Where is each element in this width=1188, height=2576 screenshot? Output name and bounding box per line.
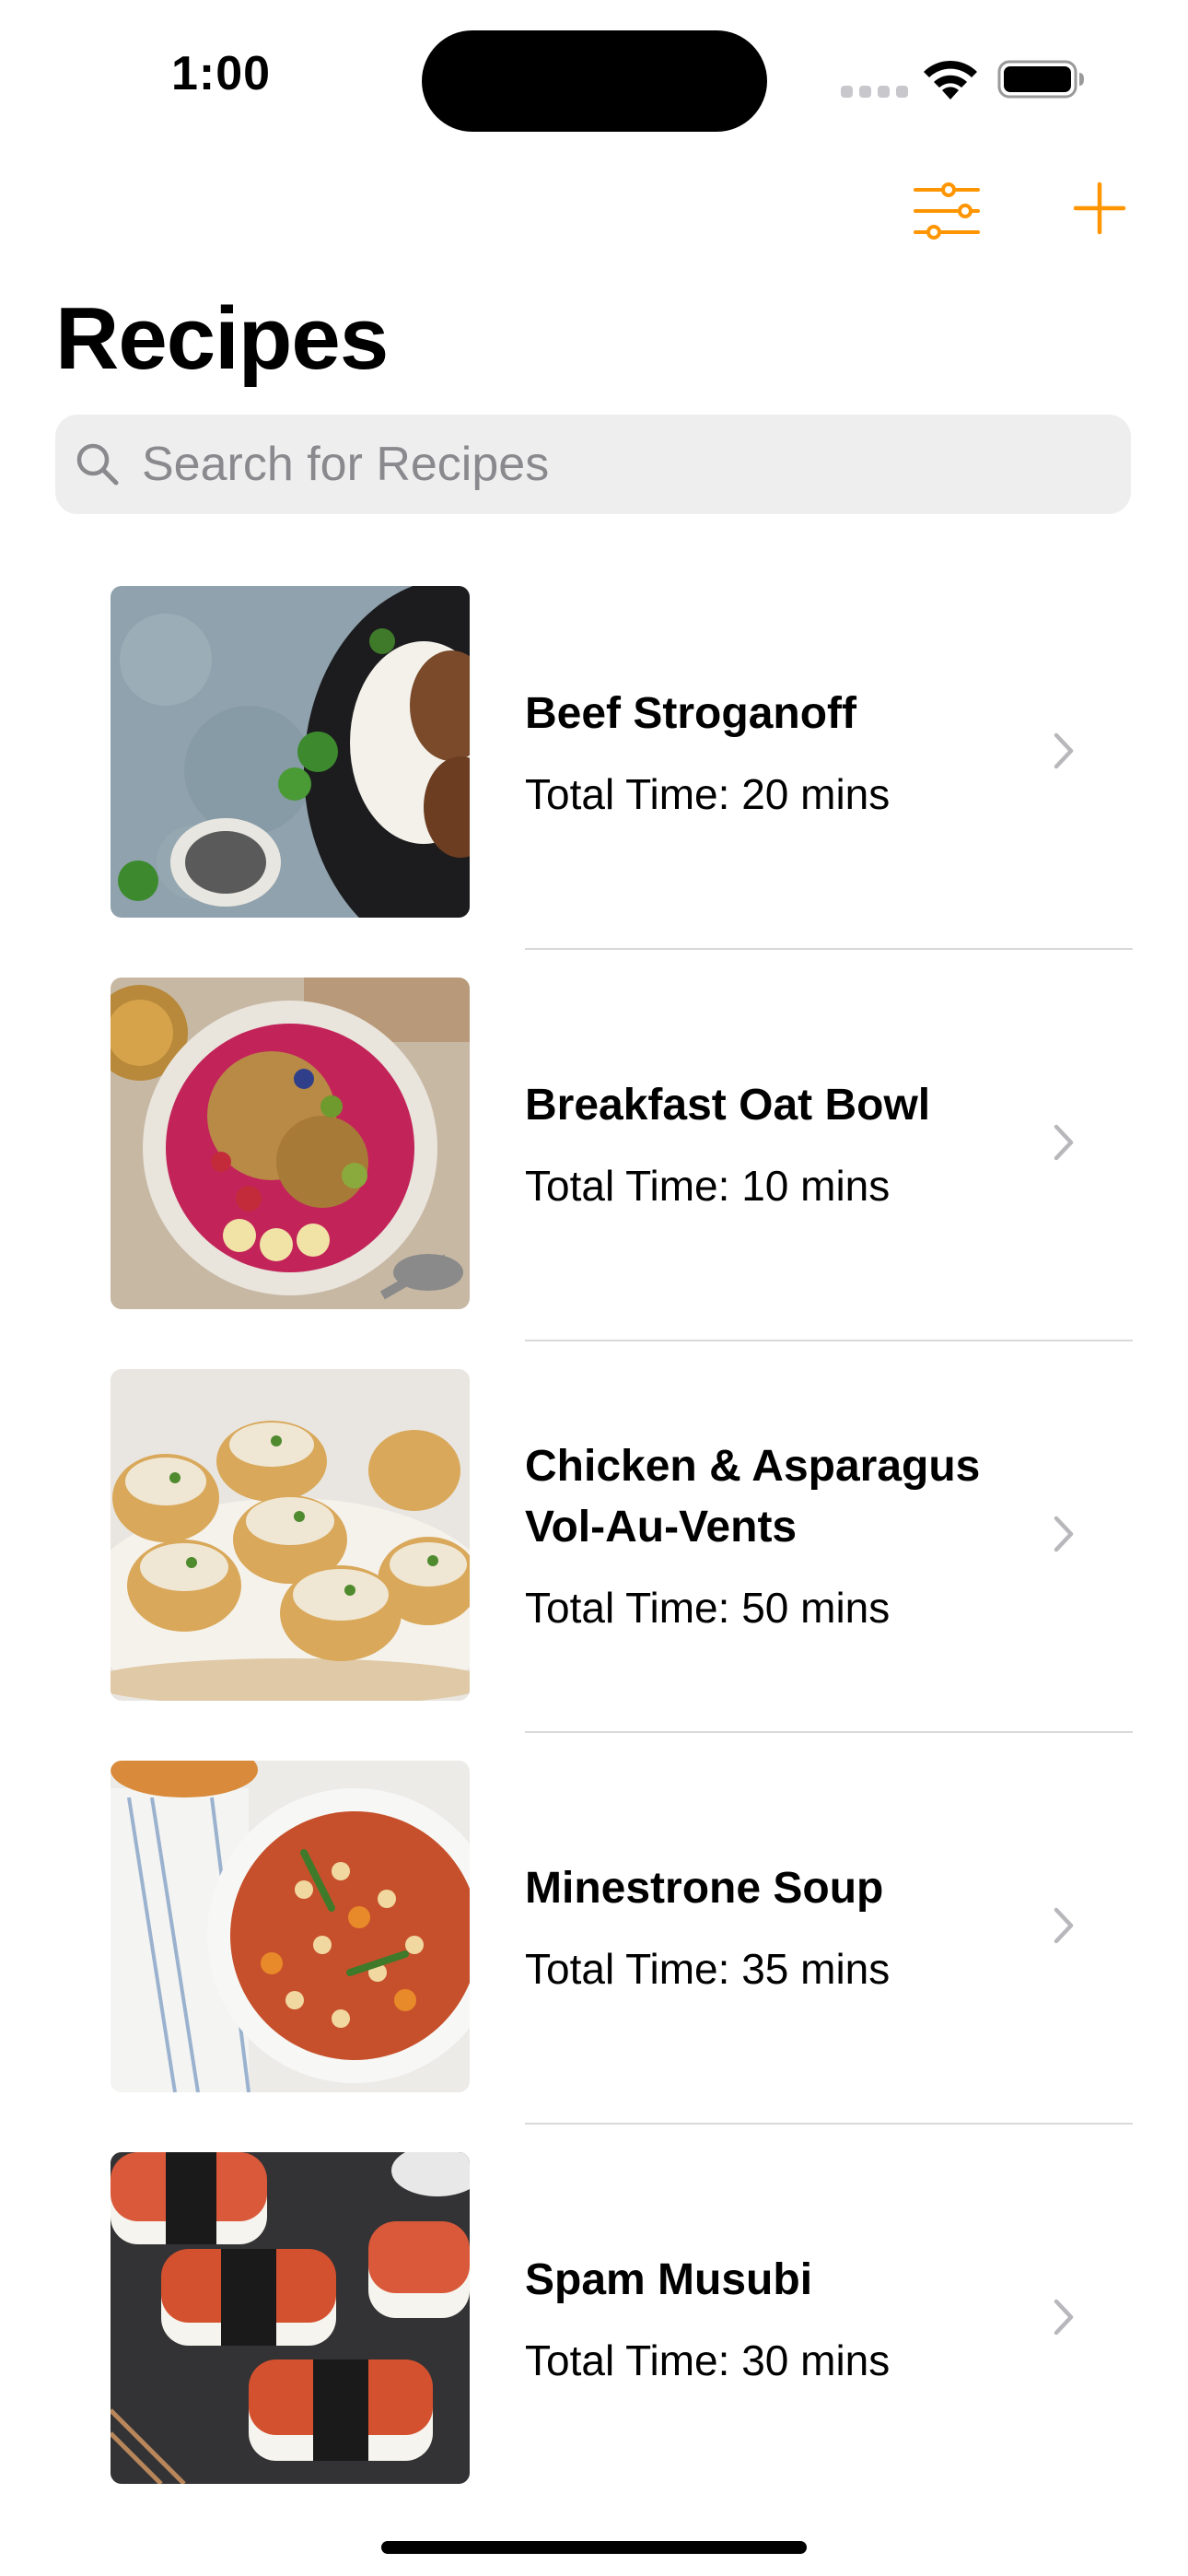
row-divider (525, 948, 1133, 950)
row-divider (525, 1731, 1133, 1733)
recipe-name: Chicken & Asparagus Vol-Au-Vents (525, 1442, 981, 1551)
recipe-row-breakfast-oat-bowl[interactable]: Breakfast Oat Bowl Total Time: 10 mins (0, 978, 1188, 1369)
search-icon (76, 443, 119, 486)
recipe-text: Spam Musubi Total Time: 30 mins (525, 2152, 1022, 2484)
recipe-text: Minestrone Soup Total Time: 35 mins (525, 1761, 1022, 2092)
wifi-icon (924, 60, 977, 100)
recipe-row-minestrone-soup[interactable]: Minestrone Soup Total Time: 35 mins (0, 1761, 1188, 2152)
chevron-right-icon (1054, 1516, 1074, 1552)
recipe-text: Chicken & Asparagus Vol-Au-Vents Total T… (525, 1369, 1022, 1701)
recipe-name: Breakfast Oat Bowl (525, 1081, 931, 1130)
recipe-total-time: Total Time: 30 mins (525, 2336, 891, 2384)
chevron-right-icon (1054, 732, 1074, 769)
recipe-row-beef-stroganoff[interactable]: Beef Stroganoff Total Time: 20 mins (0, 586, 1188, 978)
status-bar: 1:00 (0, 0, 1188, 157)
dynamic-island (422, 30, 767, 132)
recipe-row-spam-musubi[interactable]: Spam Musubi Total Time: 30 mins (0, 2152, 1188, 2544)
recipe-total-time: Total Time: 20 mins (525, 770, 891, 818)
recipe-total-time: Total Time: 50 mins (525, 1584, 891, 1632)
recipe-name: Beef Stroganoff (525, 689, 856, 738)
recipe-photo (111, 1761, 470, 2092)
recipe-total-time: Total Time: 35 mins (525, 1945, 891, 1993)
recipe-text: Breakfast Oat Bowl Total Time: 10 mins (525, 978, 1022, 1309)
chevron-right-icon (1054, 1907, 1074, 1944)
search-input[interactable] (142, 437, 1063, 492)
recipe-photo (111, 1369, 470, 1701)
row-divider (525, 2123, 1133, 2125)
recipe-photo (111, 978, 470, 1309)
search-bar[interactable] (55, 415, 1131, 514)
chevron-right-icon (1054, 2299, 1074, 2336)
recipe-name: Minestrone Soup (525, 1864, 884, 1913)
plus-icon[interactable] (1070, 179, 1129, 238)
nav-toolbar (0, 166, 1188, 258)
row-divider (525, 1340, 1133, 1341)
chevron-right-icon (1054, 1124, 1074, 1161)
recipe-text: Beef Stroganoff Total Time: 20 mins (525, 586, 1022, 918)
recipe-name: Spam Musubi (525, 2255, 813, 2304)
recipe-row-chicken-asparagus-vol-au-vents[interactable]: Chicken & Asparagus Vol-Au-Vents Total T… (0, 1369, 1188, 1761)
recipe-photo (111, 586, 470, 918)
sliders-icon[interactable] (912, 181, 982, 241)
status-time: 1:00 (171, 47, 272, 100)
recipe-photo (111, 2152, 470, 2484)
cellular-signal-icon (841, 86, 908, 98)
home-indicator[interactable] (381, 2541, 807, 2554)
recipe-list: Beef Stroganoff Total Time: 20 mins Brea… (0, 586, 1188, 2544)
page-title: Recipes (55, 289, 389, 388)
recipe-total-time: Total Time: 10 mins (525, 1162, 891, 1210)
battery-icon (997, 60, 1084, 99)
